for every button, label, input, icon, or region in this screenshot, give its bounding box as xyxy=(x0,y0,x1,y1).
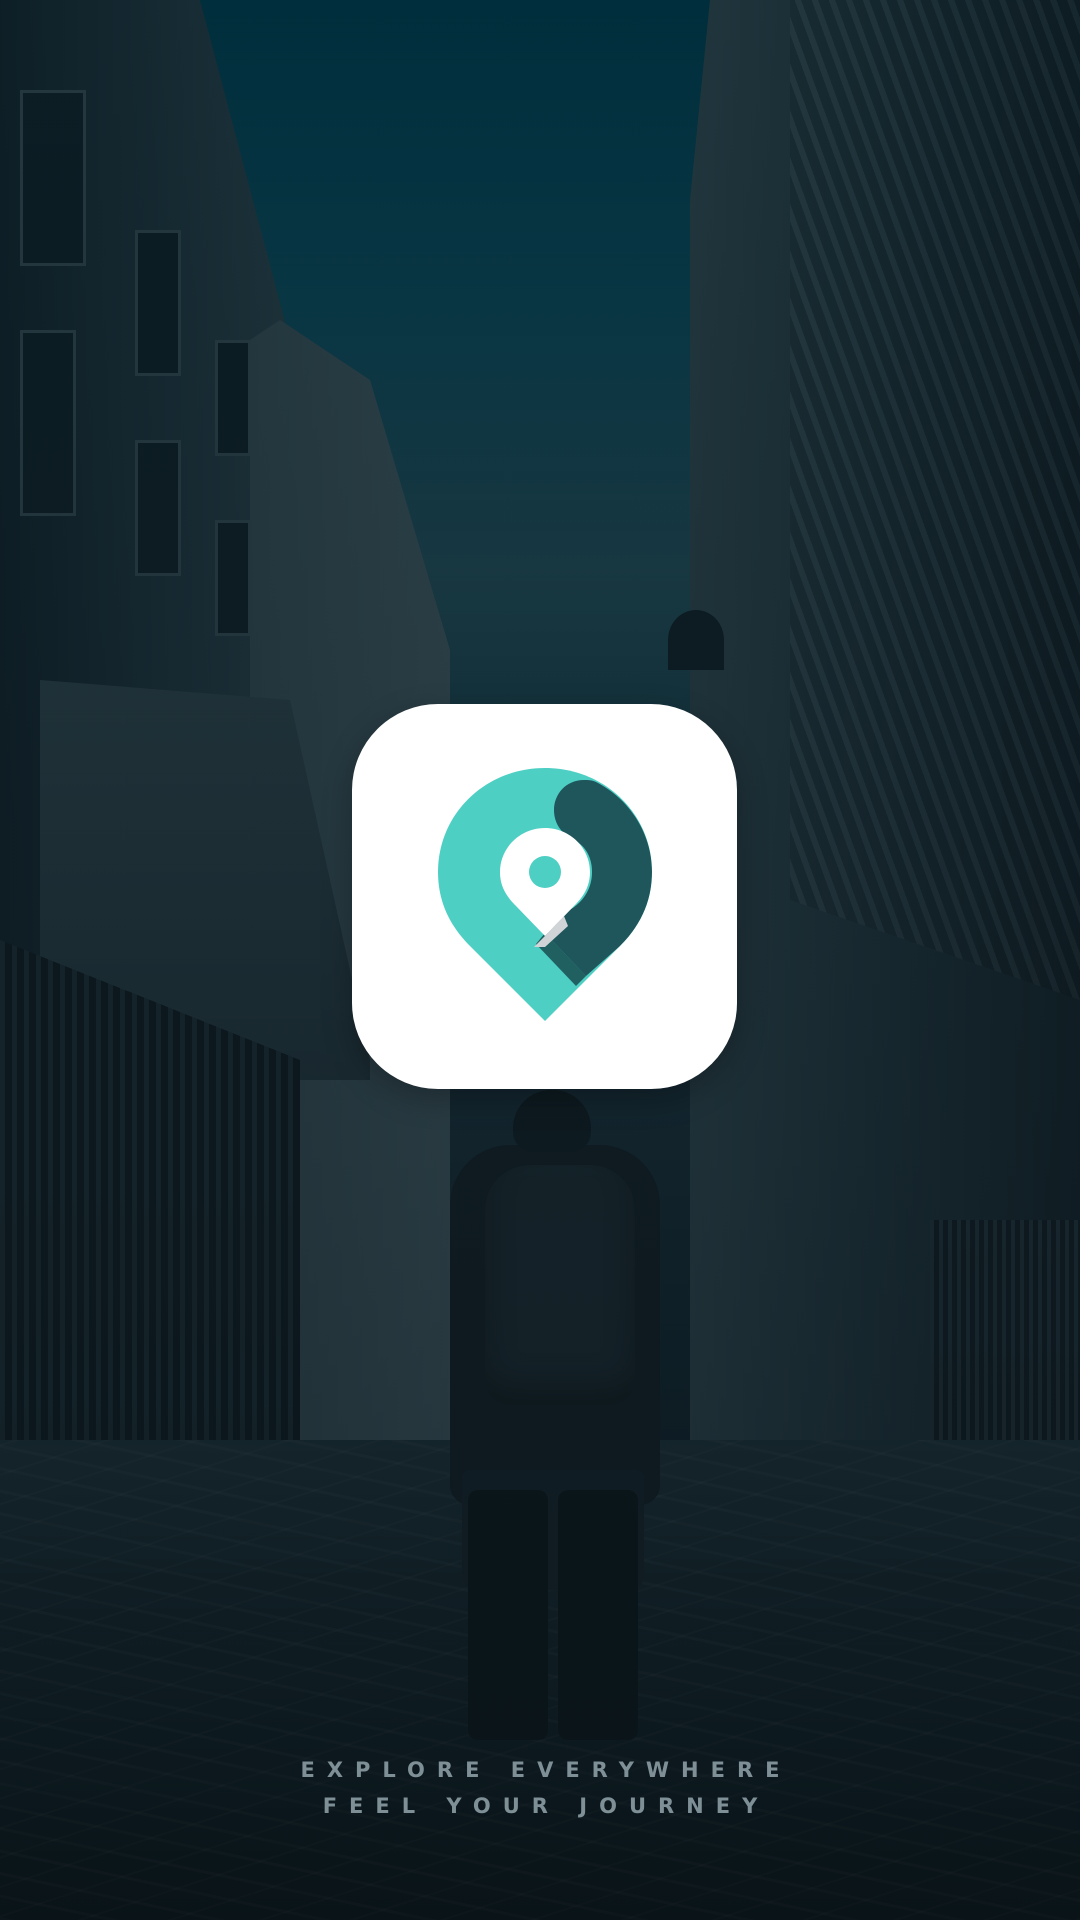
tagline-line-1: EXPLORE EVERYWHERE xyxy=(300,1758,792,1782)
splash-screen: EXPLORE EVERYWHERE FEEL YOUR JOURNEY xyxy=(0,0,1080,1920)
tagline-line-2: FEEL YOUR JOURNEY xyxy=(322,1794,770,1818)
map-pin-icon xyxy=(438,768,652,1021)
tagline: EXPLORE EVERYWHERE FEEL YOUR JOURNEY xyxy=(0,1752,1080,1824)
app-logo xyxy=(352,704,737,1089)
